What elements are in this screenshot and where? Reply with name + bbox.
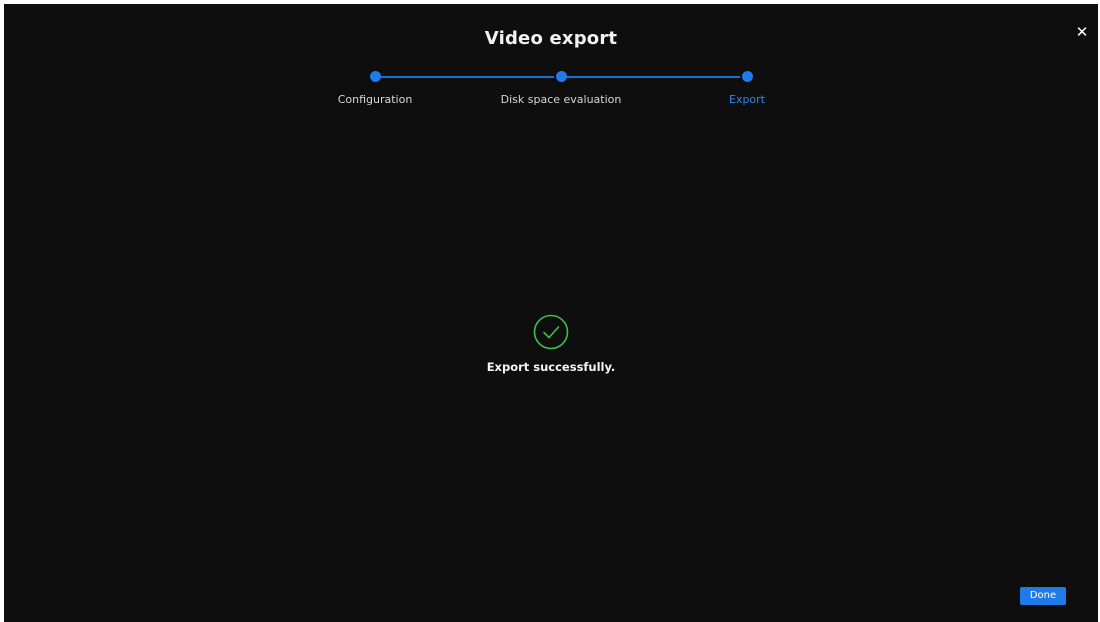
export-result: Export successfully. <box>4 314 1098 374</box>
step-label-export: Export <box>728 93 766 106</box>
dialog-title: Video export <box>484 28 618 49</box>
step-dot-export <box>742 71 753 82</box>
close-icon[interactable]: ✕ <box>1072 22 1092 42</box>
progress-stepper: Configuration Disk space evaluation Expo… <box>324 68 784 118</box>
stepper-connector-1 <box>378 76 554 78</box>
video-export-dialog: Video export ✕ Configuration Disk space … <box>4 4 1098 622</box>
step-dot-configuration <box>370 71 381 82</box>
step-label-disk-space-evaluation: Disk space evaluation <box>500 93 622 106</box>
step-label-configuration: Configuration <box>337 93 413 106</box>
check-circle-icon <box>533 314 569 350</box>
stepper-connector-2 <box>564 76 740 78</box>
success-message: Export successfully. <box>486 360 616 374</box>
step-dot-disk-space-evaluation <box>556 71 567 82</box>
done-button[interactable]: Done <box>1020 587 1066 605</box>
